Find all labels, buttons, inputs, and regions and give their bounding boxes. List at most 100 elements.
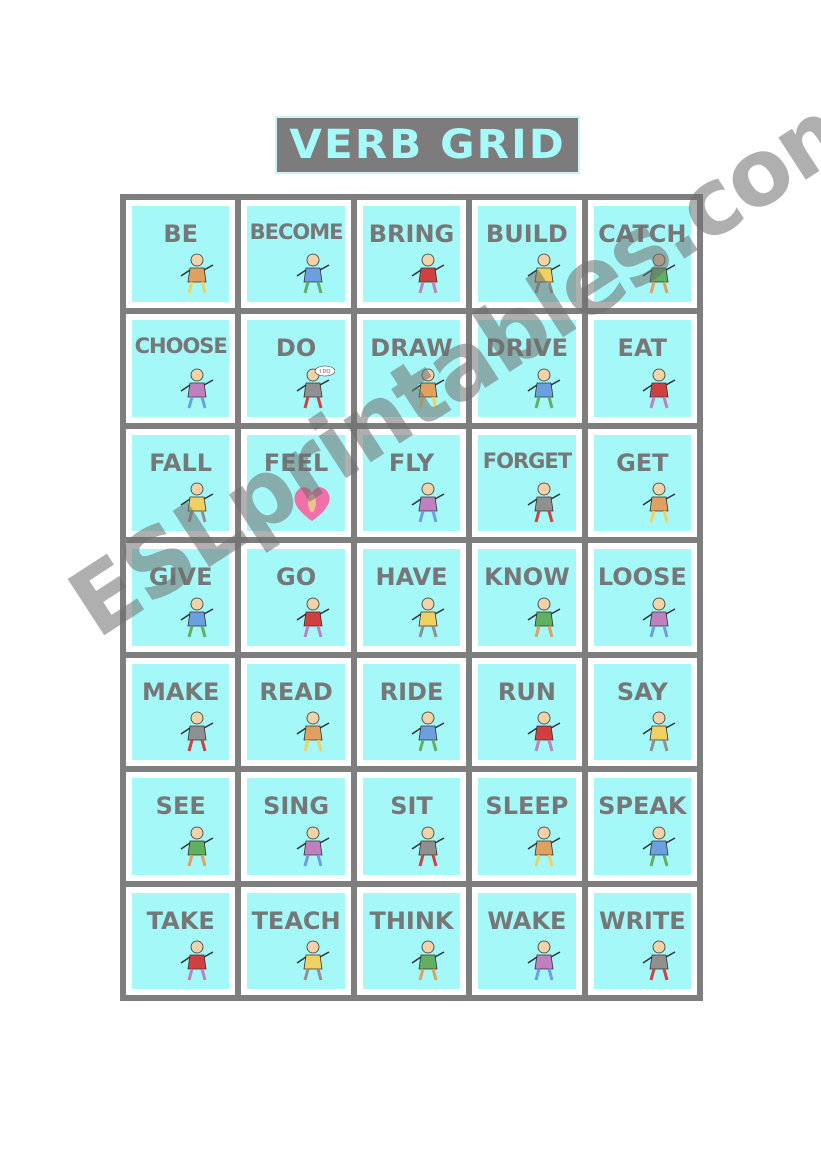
verb-card: WRITE xyxy=(587,886,697,995)
cartoon-builder-icon xyxy=(527,254,560,294)
verb-card: BECOME xyxy=(241,200,351,309)
verb-card-face: FEEL xyxy=(247,434,345,532)
verb-card: GET xyxy=(587,428,697,538)
heart-icon xyxy=(294,487,330,522)
verb-card: GO xyxy=(241,543,351,652)
verb-card-face: THINK xyxy=(362,892,461,989)
verb-label: RUN xyxy=(497,677,556,706)
verb-card: HAVE xyxy=(356,543,467,652)
verb-card-face: SING xyxy=(247,778,345,875)
verb-grid: BE BECOME BRING BUILD CATCH CHOOSE DO I DO DRAW D… xyxy=(120,194,703,1001)
cartoon-think-icon xyxy=(411,940,445,981)
verb-card-face: READ xyxy=(247,663,345,761)
verb-label: READ xyxy=(259,677,333,706)
verb-card-face: BE xyxy=(132,206,230,303)
cartoon-have-icon xyxy=(411,597,445,638)
verb-card: TEACH xyxy=(241,886,351,995)
verb-label: HAVE xyxy=(375,563,448,592)
verb-label: DRAW xyxy=(370,334,453,363)
verb-card: RUN xyxy=(472,657,582,767)
cartoon-ride-icon xyxy=(411,711,445,752)
verb-card: FALL xyxy=(126,428,236,538)
verb-label: SAY xyxy=(616,677,668,706)
verb-card: READ xyxy=(241,657,351,767)
cartoon-walk-icon xyxy=(296,597,330,638)
verb-label: SPEAK xyxy=(598,792,687,821)
verb-card-face: SIT xyxy=(362,778,461,875)
verb-label: BECOME xyxy=(249,220,344,244)
title-banner: VERB GRID xyxy=(275,116,580,174)
cartoon-sit-icon xyxy=(411,826,445,866)
verb-card: FEEL xyxy=(241,428,351,538)
verb-card-face: CATCH xyxy=(593,206,691,303)
verb-label: WAKE xyxy=(487,906,567,935)
cartoon-flower-icon xyxy=(180,597,214,638)
cartoon-run-icon xyxy=(527,711,560,752)
cartoon-know-icon xyxy=(527,597,560,638)
verb-card-face: SAY xyxy=(593,663,691,761)
cartoon-man-carrying-icon xyxy=(411,254,445,294)
verb-card-face: SPEAK xyxy=(593,778,691,875)
verb-label: SING xyxy=(263,792,330,821)
verb-card: DRAW xyxy=(356,314,467,423)
verb-card-face: WRITE xyxy=(593,892,691,989)
cartoon-car-icon xyxy=(527,368,560,409)
cartoon-binoculars-icon xyxy=(180,826,214,866)
verb-label: CATCH xyxy=(598,220,687,248)
verb-label: FEEL xyxy=(263,448,329,477)
verb-card-face: CHOOSE xyxy=(132,320,230,417)
verb-card-face: WAKE xyxy=(478,892,576,989)
verb-label: SEE xyxy=(155,792,206,821)
verb-card-face: GO xyxy=(247,549,345,646)
verb-card: THINK xyxy=(356,886,467,995)
cartoon-speak-icon xyxy=(642,826,676,866)
verb-card-face: GET xyxy=(593,434,691,532)
cartoon-baby-icon xyxy=(180,254,214,294)
verb-card: FLY xyxy=(356,428,467,538)
verb-label: FALL xyxy=(149,448,213,477)
verb-card: GIVE xyxy=(126,543,236,652)
verb-card-face: KNOW xyxy=(478,549,576,646)
verb-card: SLEEP xyxy=(472,772,582,881)
cartoon-eat-icon xyxy=(642,368,676,409)
verb-label: GO xyxy=(276,563,317,592)
verb-card: SING xyxy=(241,772,351,881)
verb-card: BRING xyxy=(356,200,467,309)
verb-card: SAY xyxy=(587,657,697,767)
verb-label: FORGET xyxy=(482,448,572,473)
cartoon-fall-icon xyxy=(180,482,214,523)
verb-card: BE xyxy=(126,200,236,309)
verb-card: KNOW xyxy=(472,543,582,652)
cartoon-choose-icon xyxy=(180,368,214,409)
verb-label: FLY xyxy=(388,448,435,477)
verb-card: RIDE xyxy=(356,657,467,767)
verb-label: MAKE xyxy=(141,677,220,706)
verb-label: SLEEP xyxy=(485,792,569,821)
verb-card-face: DRAW xyxy=(362,320,461,417)
cartoon-blackboard-icon xyxy=(296,940,330,981)
verb-card: CHOOSE xyxy=(126,314,236,423)
verb-card-face: DRIVE xyxy=(478,320,576,417)
verb-card-face: RUN xyxy=(478,663,576,761)
verb-card-face: GIVE xyxy=(132,549,230,646)
verb-label: DO xyxy=(275,334,317,363)
verb-card-face: LOOSE xyxy=(593,549,691,646)
cartoon-sleep-icon xyxy=(527,826,560,866)
verb-card: WAKE xyxy=(472,886,582,995)
verb-card-face: SEE xyxy=(132,778,230,875)
verb-label: BE xyxy=(163,220,199,248)
verb-card: DRIVE xyxy=(472,314,582,423)
verb-card: TAKE xyxy=(126,886,236,995)
verb-card: CATCH xyxy=(587,200,697,309)
verb-card: MAKE xyxy=(126,657,236,767)
cartoon-fly-icon xyxy=(411,482,445,523)
verb-label: LOOSE xyxy=(597,563,687,592)
cartoon-man-icon xyxy=(296,254,330,294)
verb-card: EAT xyxy=(587,314,697,423)
cartoon-read-icon xyxy=(296,711,330,752)
cartoon-take-icon xyxy=(180,940,214,981)
verb-label: EAT xyxy=(617,334,668,363)
verb-card-face: DO I DO xyxy=(247,320,345,417)
cartoon-pen-icon xyxy=(642,940,676,981)
cartoon-forget-icon xyxy=(527,482,560,523)
